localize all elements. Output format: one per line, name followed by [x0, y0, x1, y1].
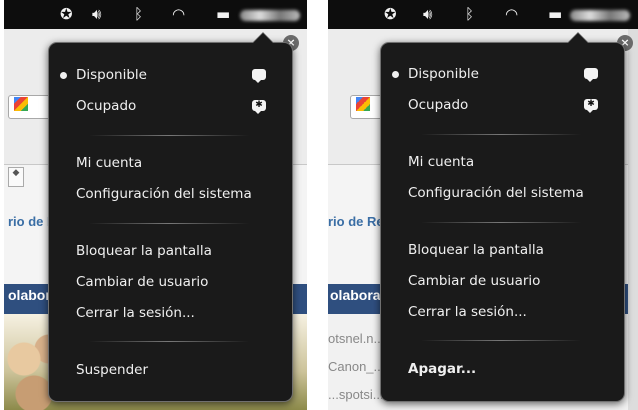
menu-item-cerrar-sesion[interactable]: Cerrar la sesión... — [76, 305, 195, 322]
menu-separator — [421, 340, 581, 341]
list-item: Canon_... — [328, 359, 385, 374]
menu-arrow-inner — [568, 33, 588, 43]
volume-icon[interactable]: 🔊︎ — [92, 6, 101, 23]
menu-item-ocupado[interactable]: Ocupado — [76, 98, 136, 115]
menu-arrow-inner — [253, 33, 273, 43]
screenshot-right: OK rio de Red Hat olaboradores otsnel.n.… — [328, 0, 638, 410]
menu-item-suspender[interactable]: Suspender — [76, 362, 148, 379]
user-name-redacted[interactable] — [570, 10, 630, 21]
menu-item-disponible[interactable]: Disponible — [408, 66, 479, 83]
menu-item-configuracion[interactable]: Configuración del sistema — [408, 185, 584, 202]
menu-item-cambiar-usuario[interactable]: Cambiar de usuario — [76, 274, 208, 291]
menu-separator — [89, 135, 249, 136]
menu-separator — [421, 134, 581, 135]
wifi-icon[interactable]: ◠ — [172, 6, 185, 23]
active-status-dot-icon — [60, 72, 67, 79]
menu-item-mi-cuenta[interactable]: Mi cuenta — [408, 154, 474, 171]
top-panel: ✪ 🔊︎ ᛒ ◠ ▬ — [328, 0, 638, 29]
available-chat-icon — [584, 68, 598, 82]
bluetooth-icon[interactable]: ᛒ — [465, 6, 474, 23]
user-menu: Disponible Ocupado ✱ Mi cuenta Configura… — [48, 32, 293, 402]
menu-item-apagar[interactable]: Apagar... — [408, 361, 476, 378]
menu-separator — [89, 341, 249, 342]
user-menu: Disponible Ocupado ✱ Mi cuenta Configura… — [380, 32, 625, 402]
google-icon — [14, 97, 28, 111]
wifi-icon[interactable]: ◠ — [505, 6, 518, 23]
menu-item-ocupado[interactable]: Ocupado — [408, 97, 468, 114]
google-icon — [356, 97, 370, 111]
chat-status-icon[interactable]: ▬ — [216, 6, 230, 23]
menu-item-configuracion[interactable]: Configuración del sistema — [76, 186, 252, 203]
chat-status-icon[interactable]: ▬ — [548, 6, 562, 23]
menu-item-bloquear[interactable]: Bloquear la pantalla — [408, 242, 544, 259]
menu-item-cerrar-sesion[interactable]: Cerrar la sesión... — [408, 304, 527, 321]
list-item: ...spotsi... — [328, 387, 384, 402]
busy-chat-icon: ✱ — [252, 100, 266, 114]
volume-icon[interactable]: 🔊︎ — [423, 6, 432, 23]
screenshot-left: ◆ OK rio de Red Hat olaboradores × ✪ 🔊︎ … — [4, 0, 307, 410]
menu-item-bloquear[interactable]: Bloquear la pantalla — [76, 243, 212, 260]
active-status-dot-icon — [392, 71, 399, 78]
spinner-control[interactable]: ◆ — [8, 167, 24, 187]
menu-separator — [89, 223, 249, 224]
user-name-redacted[interactable] — [240, 10, 300, 21]
accessibility-icon[interactable]: ✪ — [384, 6, 397, 23]
accessibility-icon[interactable]: ✪ — [60, 6, 73, 23]
menu-item-disponible[interactable]: Disponible — [76, 67, 147, 84]
busy-chat-icon: ✱ — [584, 99, 598, 113]
menu-separator — [421, 222, 581, 223]
scrollbar[interactable] — [628, 29, 638, 410]
top-panel: ✪ 🔊︎ ᛒ ◠ ▬ — [4, 0, 307, 29]
bluetooth-icon[interactable]: ᛒ — [134, 6, 143, 23]
menu-item-cambiar-usuario[interactable]: Cambiar de usuario — [408, 273, 540, 290]
available-chat-icon — [252, 69, 266, 83]
menu-item-mi-cuenta[interactable]: Mi cuenta — [76, 155, 142, 172]
